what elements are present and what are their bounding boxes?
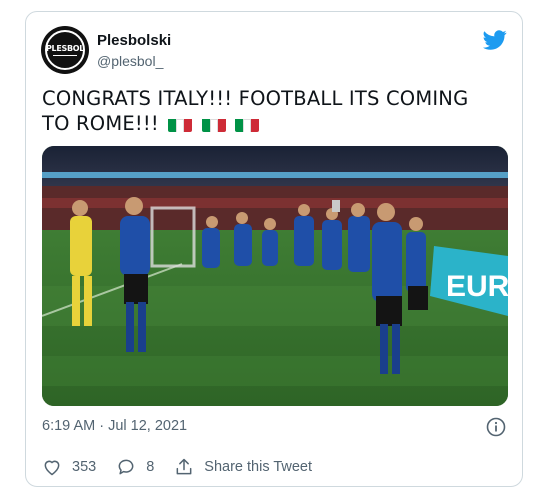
info-icon[interactable]: [486, 417, 506, 437]
avatar-text: PLESBOL: [45, 44, 85, 53]
share-icon: [176, 458, 192, 475]
like-button[interactable]: 353: [42, 457, 96, 477]
like-count: 353: [72, 459, 97, 475]
reply-count: 8: [146, 459, 155, 475]
celebration-photo: EUR: [42, 146, 508, 406]
reply-button[interactable]: 8: [116, 457, 154, 477]
italy-flag-emoji: [168, 116, 193, 132]
author-name[interactable]: Plesbolski: [97, 32, 171, 49]
tweet-media-video[interactable]: EUR: [42, 146, 508, 406]
tweet-card[interactable]: PLESBOL Plesbolski @plesbol_ CONGRATS IT…: [25, 11, 523, 487]
banner-text: EUR: [446, 270, 508, 303]
twitter-bird-icon[interactable]: [483, 28, 507, 52]
avatar-underline: [53, 55, 77, 56]
italy-flag-emoji: [235, 116, 260, 132]
avatar[interactable]: PLESBOL: [41, 26, 89, 74]
reply-icon: [118, 459, 134, 475]
author-handle[interactable]: @plesbol_: [97, 53, 163, 69]
italy-flag-emoji: [201, 116, 226, 132]
share-label: Share this Tweet: [204, 459, 313, 475]
heart-icon: [44, 460, 60, 476]
tweet-timestamp[interactable]: 6:19 AM · Jul 12, 2021: [42, 418, 187, 434]
tweet-text: CONGRATS ITALY!!! FOOTBALL ITS COMING TO…: [42, 86, 502, 136]
tweet-actions: 353 8 Share this Tweet: [42, 457, 332, 477]
share-button[interactable]: Share this Tweet: [174, 457, 312, 477]
avatar-logo: PLESBOL: [45, 30, 85, 70]
